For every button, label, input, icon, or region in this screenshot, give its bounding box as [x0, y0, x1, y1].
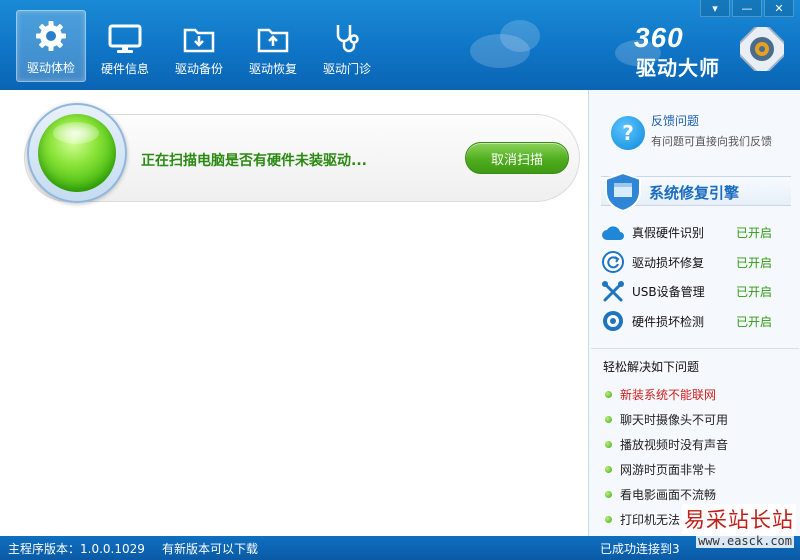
feature-status: 已开启 [736, 285, 773, 300]
title-bar-header: ▾ — ✕ 驱动体检 硬件信息 驱动备份 驱动恢复 驱动门诊 360 驱动大师 [0, 0, 800, 90]
program-version: 主程序版本：1.0.0.1029 [8, 542, 145, 556]
side-panel: ? 反馈问题 有问题可直接向我们反馈 系统修复引擎 真假硬件识别 已开启 驱动损… [588, 90, 800, 536]
app-logo: 360 驱动大师 [634, 22, 784, 80]
scan-orb-ring [27, 103, 127, 203]
logo-name: 驱动大师 [636, 58, 720, 80]
tools-icon [601, 280, 625, 304]
feature-label: USB设备管理 [632, 285, 705, 300]
problem-list: 新装系统不能联网 聊天时摄像头不可用 播放视频时没有声音 网游时页面非常卡 看电… [605, 382, 728, 532]
logo-number: 360 [634, 22, 684, 53]
bullet-dot-icon [605, 491, 612, 498]
nav-tab-driver-restore[interactable]: 驱动恢复 [238, 10, 308, 82]
logo-gear-badge-icon [740, 27, 784, 71]
feature-label: 真假硬件识别 [632, 226, 705, 241]
main-nav: 驱动体检 硬件信息 驱动备份 驱动恢复 驱动门诊 [16, 10, 382, 82]
nav-label: 硬件信息 [100, 62, 149, 76]
bullet-dot-icon [605, 516, 612, 523]
folder-download-icon [183, 28, 215, 53]
problem-item[interactable]: 打印机无法 [605, 507, 728, 532]
engine-title: 系统修复引擎 [649, 184, 740, 202]
cloud-icon [601, 221, 625, 245]
nav-tab-hardware-info[interactable]: 硬件信息 [90, 10, 160, 82]
cloud-decoration [500, 20, 540, 52]
problem-text: 播放视频时没有声音 [620, 438, 729, 452]
problem-text: 打印机无法 [620, 513, 681, 527]
feature-label: 驱动损坏修复 [632, 255, 705, 270]
nav-tab-driver-clinic[interactable]: 驱动门诊 [312, 10, 382, 82]
feedback-link[interactable]: ? 反馈问题 有问题可直接向我们反馈 [611, 112, 772, 150]
feature-row: 驱动损坏修复 已开启 [601, 248, 793, 278]
problem-text: 网游时页面非常卡 [620, 463, 717, 477]
menu-dropdown-button[interactable]: ▾ [700, 0, 730, 17]
feature-status: 已开启 [736, 255, 773, 270]
feature-row: 硬件损坏检测 已开启 [601, 307, 793, 337]
nav-label: 驱动体检 [26, 61, 75, 75]
nav-label: 驱动恢复 [248, 62, 297, 76]
question-icon: ? [611, 116, 645, 150]
shield-icon [605, 171, 641, 213]
monitor-icon [108, 24, 142, 53]
solve-problems-title: 轻松解决如下问题 [603, 360, 700, 374]
feature-list: 真假硬件识别 已开启 驱动损坏修复 已开启 USB设备管理 已开启 硬件损坏检测… [601, 218, 793, 336]
connection-status: 已成功连接到3 [600, 542, 680, 556]
nav-tab-driver-checkup[interactable]: 驱动体检 [16, 10, 86, 82]
nav-label: 驱动备份 [174, 62, 223, 76]
problem-text: 聊天时摄像头不可用 [620, 413, 729, 427]
main-panel: 正在扫描电脑是否有硬件未装驱动... 取消扫描 [0, 90, 588, 536]
nav-label: 驱动门诊 [322, 62, 371, 76]
feature-status: 已开启 [736, 314, 773, 329]
scan-status-text: 正在扫描电脑是否有硬件未装驱动... [141, 153, 367, 169]
refresh-icon [601, 250, 625, 274]
scan-status-card: 正在扫描电脑是否有硬件未装驱动... 取消扫描 [24, 103, 580, 203]
feature-status: 已开启 [736, 226, 773, 241]
scan-progress-orb [38, 114, 116, 192]
update-available-link[interactable]: 有新版本可以下载 [162, 540, 258, 557]
bullet-dot-icon [605, 391, 612, 398]
feature-label: 硬件损坏检测 [632, 314, 705, 329]
bullet-dot-icon [605, 441, 612, 448]
problem-item[interactable]: 播放视频时没有声音 [605, 432, 728, 457]
repair-engine-header: 系统修复引擎 [601, 171, 791, 213]
nav-tab-driver-backup[interactable]: 驱动备份 [164, 10, 234, 82]
problem-item[interactable]: 聊天时摄像头不可用 [605, 407, 728, 432]
problem-text: 新装系统不能联网 [620, 388, 717, 402]
feature-row: 真假硬件识别 已开启 [601, 218, 793, 248]
problem-item[interactable]: 新装系统不能联网 [605, 382, 728, 407]
section-divider [591, 348, 799, 349]
minimize-button[interactable]: — [732, 0, 762, 17]
cancel-scan-button[interactable]: 取消扫描 [465, 142, 569, 174]
bullet-dot-icon [605, 466, 612, 473]
status-bar: 主程序版本：1.0.0.1029 有新版本可以下载 已成功连接到3 [0, 536, 800, 560]
problem-text: 看电影画面不流畅 [620, 488, 717, 502]
folder-upload-icon [257, 28, 289, 53]
feedback-title[interactable]: 反馈问题 [651, 112, 772, 129]
gear-icon [36, 21, 66, 51]
feedback-subtitle: 有问题可直接向我们反馈 [651, 135, 772, 148]
gear-check-icon [601, 309, 625, 333]
problem-item[interactable]: 看电影画面不流畅 [605, 482, 728, 507]
close-button[interactable]: ✕ [764, 0, 794, 17]
stethoscope-icon [336, 25, 359, 53]
feature-row: USB设备管理 已开启 [601, 277, 793, 307]
orb-highlight [53, 122, 99, 144]
bullet-dot-icon [605, 416, 612, 423]
window-controls: ▾ — ✕ [700, 0, 794, 17]
problem-item[interactable]: 网游时页面非常卡 [605, 457, 728, 482]
